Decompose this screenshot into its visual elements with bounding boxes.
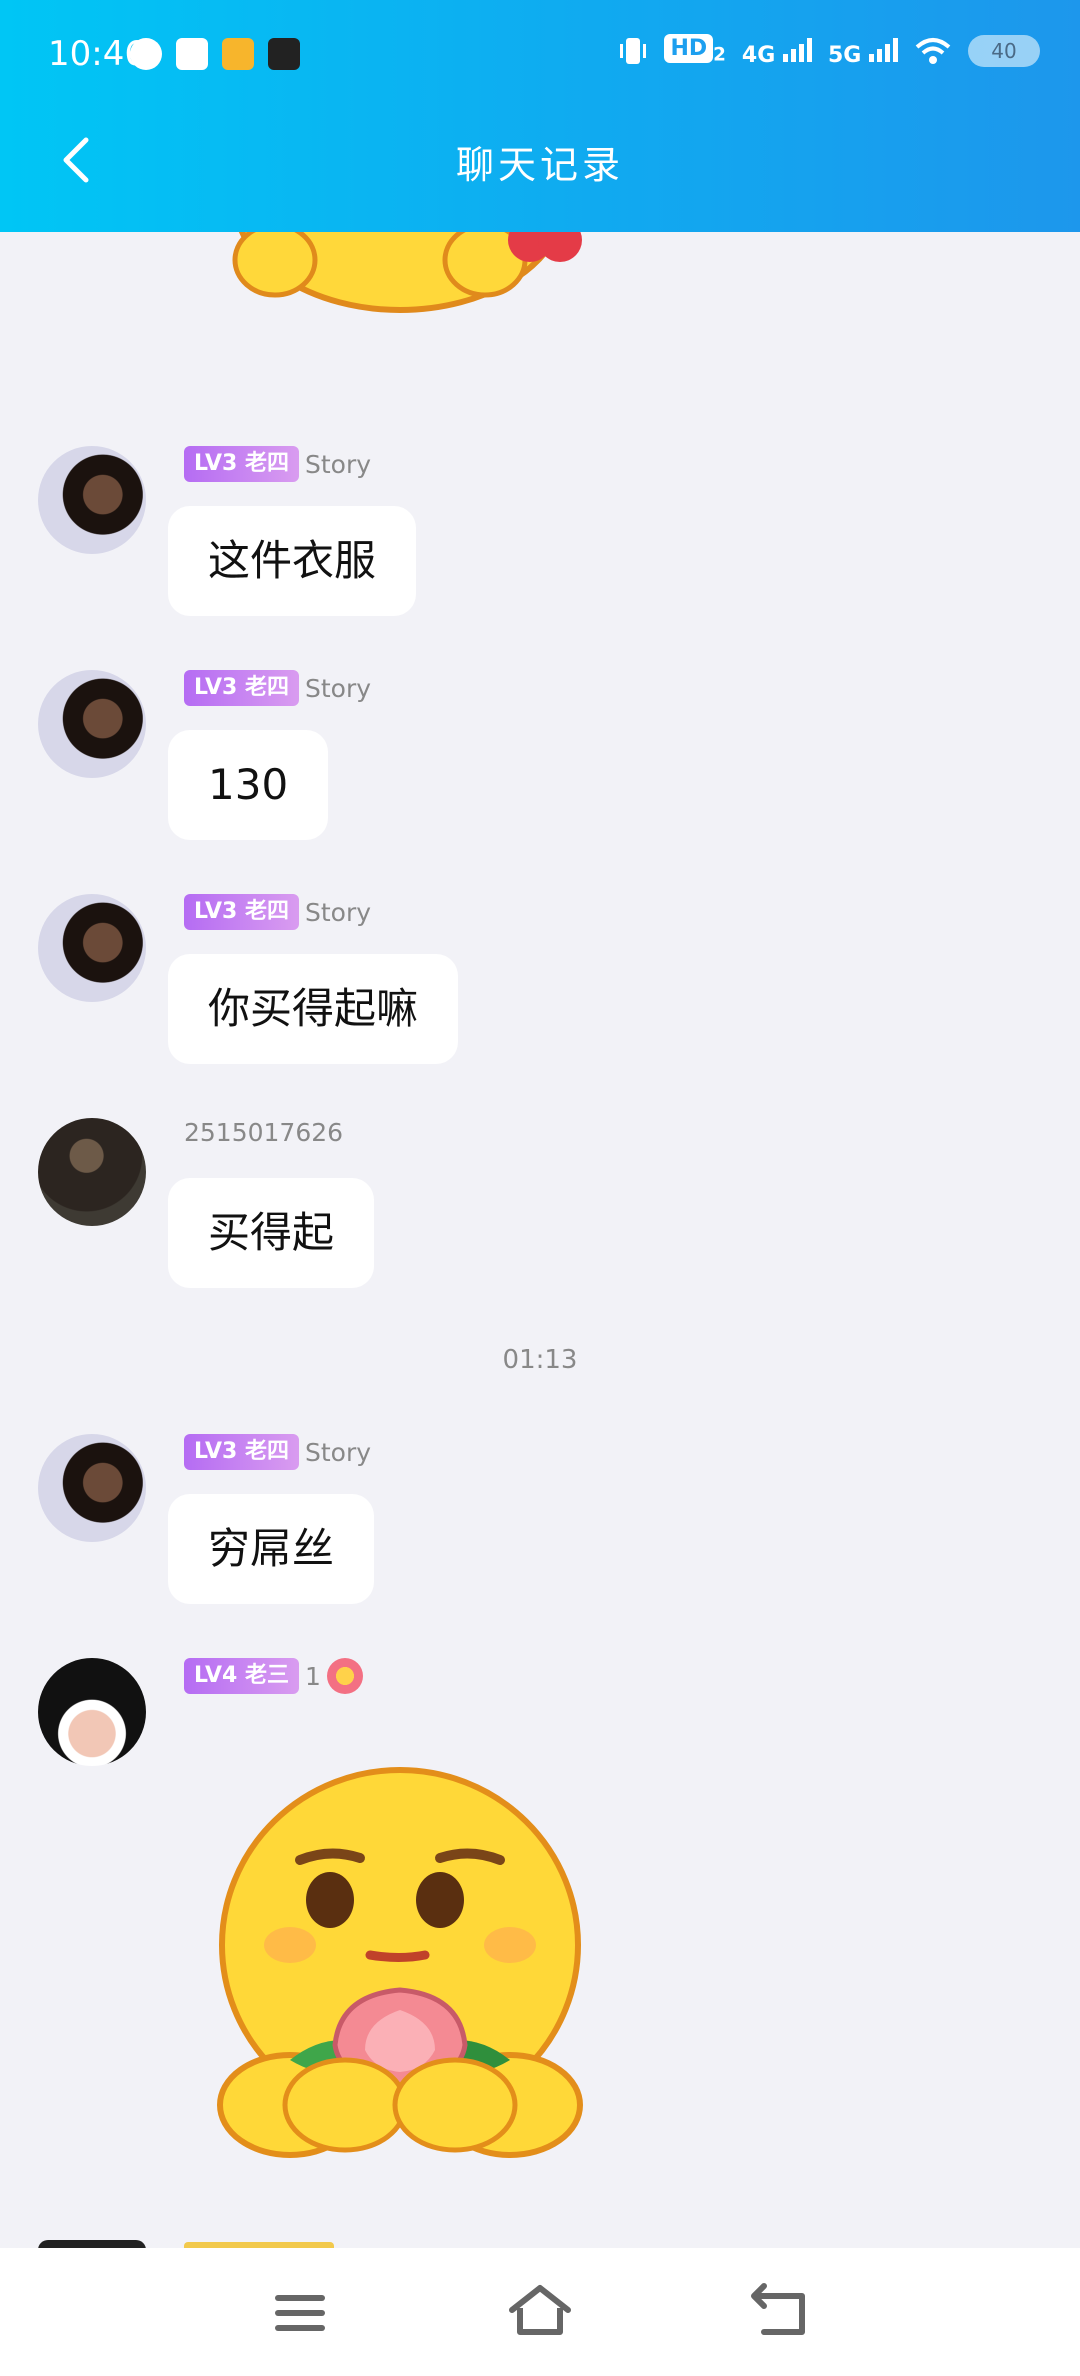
- signal-icon: [869, 34, 898, 62]
- avatar[interactable]: [38, 1658, 146, 1766]
- avatar[interactable]: [38, 1118, 146, 1226]
- sender-row: LV3 老四 Story: [184, 446, 371, 482]
- sender-row: 2515017626: [184, 1118, 343, 1147]
- list-item: 2515017626 买得起: [0, 1112, 1080, 1302]
- page-title: 聊天记录: [455, 143, 624, 187]
- network-5g: 5G: [828, 34, 898, 68]
- menu-icon[interactable]: [260, 2278, 340, 2348]
- sender-name: Story: [304, 1437, 372, 1467]
- sender-name: Story: [304, 673, 372, 703]
- calendar-notification-icon: [176, 38, 208, 70]
- video-notification-icon: [268, 38, 300, 70]
- network-4g: 4G: [742, 34, 812, 68]
- sender-row: LV3 老四 Story: [184, 894, 371, 930]
- system-icons: HD 2 4G 5G 40: [618, 34, 1040, 68]
- level-badge: LV3 老四: [184, 446, 299, 482]
- header: 10:46 HD 2 4G 5G 40 聊天记录: [0, 0, 1080, 232]
- message-timestamp: 01:13: [502, 1345, 578, 1375]
- message-bubble[interactable]: 穷屌丝: [168, 1494, 375, 1604]
- level-badge: LV3 老四: [184, 894, 299, 930]
- signal-icon: [782, 34, 812, 62]
- level-badge: LV3 老四: [184, 1434, 299, 1470]
- avatar[interactable]: [38, 446, 146, 554]
- list-item: LV3 老四 Story 穷屌丝: [0, 1428, 1080, 1618]
- status-bar: 10:46 HD 2 4G 5G 40: [0, 0, 1080, 110]
- sticker-emoji[interactable]: [210, 1760, 590, 2170]
- wifi-icon: [915, 38, 951, 64]
- message-bubble[interactable]: 这件衣服: [168, 506, 417, 616]
- message-bubble[interactable]: 你买得起嘛: [168, 954, 459, 1064]
- notification-icons: [130, 38, 300, 70]
- message-notification-icon: [130, 38, 162, 70]
- list-item: LV3 老四 Story 这件衣服: [0, 440, 1080, 630]
- sender-row: LV3 老四 Story: [184, 670, 371, 706]
- level-badge: LV3 老四: [184, 670, 299, 706]
- level-badge: LV4 老三: [184, 1658, 299, 1694]
- list-item: LV3 老四 Story 130: [0, 664, 1080, 854]
- home-icon[interactable]: [500, 2278, 580, 2348]
- vibrate-icon: [620, 38, 647, 64]
- avatar[interactable]: [38, 1434, 146, 1542]
- sender-row: LV4 老三 1: [184, 1658, 363, 1694]
- return-icon[interactable]: [740, 2278, 820, 2348]
- message-bubble[interactable]: 130: [168, 730, 329, 840]
- hd-indicator: HD 2: [664, 34, 726, 66]
- sender-name: 1: [304, 1661, 321, 1691]
- list-item: LV3 老四 Story 你买得起嘛: [0, 888, 1080, 1078]
- sender-name: 2515017626: [184, 1118, 344, 1147]
- flower-badge-icon: [326, 1658, 363, 1694]
- sender-row: LV3 老四 Story: [184, 1434, 371, 1470]
- message-bubble[interactable]: 买得起: [168, 1178, 375, 1288]
- app-notification-icon: [222, 38, 254, 70]
- system-navigation-bar: [0, 2248, 1080, 2376]
- avatar[interactable]: [38, 670, 146, 778]
- avatar[interactable]: [38, 894, 146, 1002]
- sender-name: Story: [304, 897, 372, 927]
- sender-name: Story: [304, 449, 372, 479]
- battery-indicator: 40: [968, 35, 1040, 67]
